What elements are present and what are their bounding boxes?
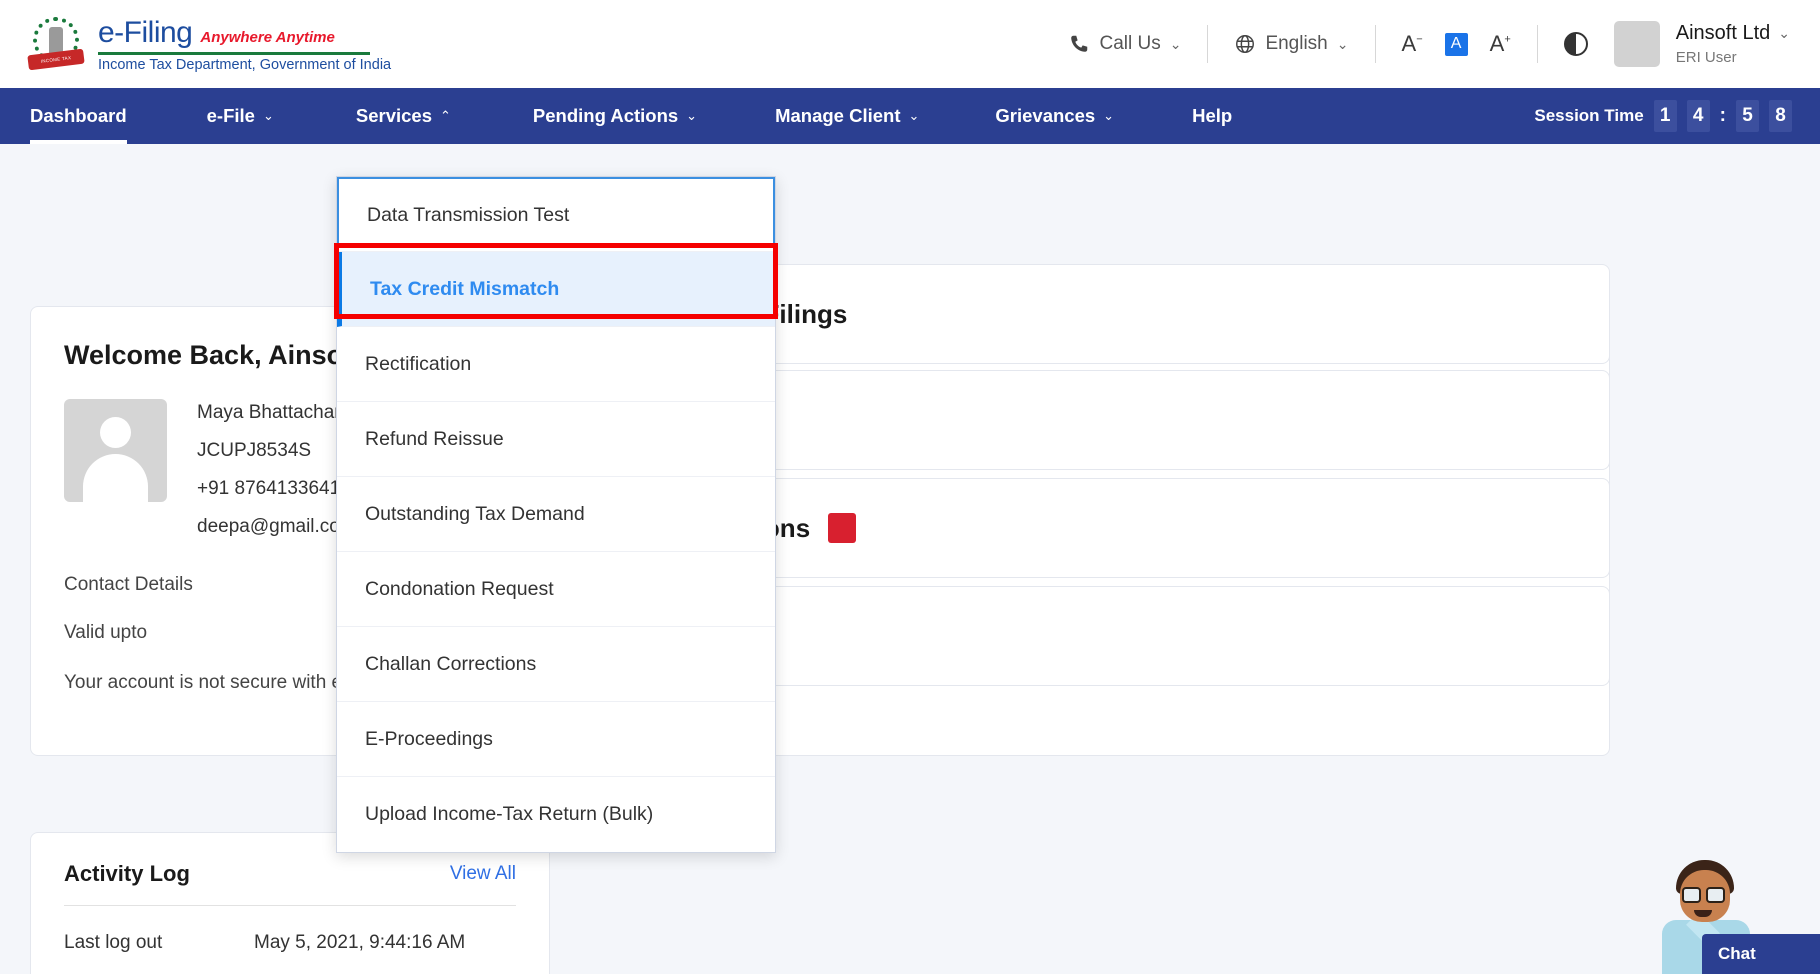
divider — [1537, 25, 1538, 63]
chat-button[interactable]: Chat — [1702, 934, 1820, 974]
site-logo[interactable]: INCOME TAX DEPARTMENT e-Filing Anywhere … — [28, 16, 391, 73]
font-normal-button[interactable]: A — [1445, 33, 1468, 56]
chevron-down-icon: ⌄ — [1337, 36, 1349, 53]
menu-item-label: Condonation Request — [365, 578, 554, 601]
nav-item-efile[interactable]: e-File ⌄ — [207, 88, 274, 144]
avatar — [1614, 21, 1660, 67]
nav-label: Services — [356, 105, 432, 127]
services-dropdown-menu: Data Transmission Test Tax Credit Mismat… — [336, 176, 776, 853]
font-size-controls: A− A A+ — [1402, 31, 1511, 57]
divider — [1207, 25, 1208, 63]
globe-icon — [1234, 33, 1256, 55]
session-digit: 4 — [1687, 100, 1710, 132]
menu-item-label: Data Transmission Test — [367, 204, 569, 227]
session-timer: Session Time 1 4 : 5 8 — [1534, 100, 1792, 132]
header-controls: Call Us ⌄ English ⌄ A− A A+ — [1068, 0, 1820, 88]
chevron-up-icon: ⌃ — [440, 108, 451, 124]
session-time-label: Session Time — [1534, 106, 1643, 126]
menu-item-label: Upload Income-Tax Return (Bulk) — [365, 803, 653, 826]
session-separator: : — [1720, 105, 1726, 127]
phone-icon — [1068, 33, 1090, 55]
chevron-down-icon: ⌄ — [1103, 108, 1114, 124]
brand-tagline: Anywhere Anytime — [200, 29, 334, 46]
nav-item-pending-actions[interactable]: Pending Actions ⌄ — [533, 88, 697, 144]
nav-item-dashboard[interactable]: Dashboard — [30, 88, 127, 144]
activity-log-card: Activity Log View All Last log out May 5… — [30, 832, 550, 974]
session-digit: 5 — [1736, 100, 1759, 132]
chat-label: Chat — [1718, 944, 1756, 964]
menu-item-label: Rectification — [365, 353, 471, 376]
user-role: ERI User — [1676, 49, 1790, 66]
chevron-down-icon: ⌄ — [909, 108, 920, 124]
nav-item-manage-client[interactable]: Manage Client ⌄ — [775, 88, 919, 144]
menu-item-label: E-Proceedings — [365, 728, 493, 751]
nav-label: Help — [1192, 105, 1232, 127]
menu-item-outstanding-tax-demand[interactable]: Outstanding Tax Demand — [337, 477, 775, 552]
nav-item-help[interactable]: Help — [1192, 88, 1232, 144]
menu-item-label: Outstanding Tax Demand — [365, 503, 585, 526]
user-profile-menu[interactable]: Ainsoft Ltd ⌄ ERI User — [1614, 21, 1790, 67]
brand-text: e-Filing Anywhere Anytime Income Tax Dep… — [98, 16, 391, 73]
font-decrease-button[interactable]: A− — [1402, 31, 1423, 57]
chevron-down-icon: ⌄ — [1170, 36, 1182, 53]
session-digit: 1 — [1654, 100, 1677, 132]
chevron-down-icon: ⌄ — [686, 108, 697, 124]
view-all-link[interactable]: View All — [450, 863, 516, 885]
menu-item-challan-corrections[interactable]: Challan Corrections — [337, 627, 775, 702]
main-navigation: Dashboard e-File ⌄ Services ⌃ Pending Ac… — [0, 88, 1820, 144]
brand-subtitle: Income Tax Department, Government of Ind… — [98, 57, 391, 73]
menu-item-label: Tax Credit Mismatch — [370, 278, 559, 301]
nav-label: Manage Client — [775, 105, 900, 127]
divider — [64, 905, 516, 906]
india-emblem-icon: INCOME TAX DEPARTMENT — [28, 16, 84, 72]
menu-item-tax-credit-mismatch[interactable]: Tax Credit Mismatch — [337, 252, 775, 327]
divider — [1375, 25, 1376, 63]
profile-photo — [64, 399, 167, 502]
chatbot-widget[interactable]: Chat — [1620, 850, 1820, 974]
nav-label: e-File — [207, 105, 255, 127]
top-header: INCOME TAX DEPARTMENT e-Filing Anywhere … — [0, 0, 1820, 88]
menu-item-e-proceedings[interactable]: E-Proceedings — [337, 702, 775, 777]
menu-item-upload-income-tax-return-bulk[interactable]: Upload Income-Tax Return (Bulk) — [337, 777, 775, 852]
status-badge — [828, 513, 856, 543]
activity-log-title: Activity Log — [64, 861, 190, 887]
menu-item-data-transmission-test[interactable]: Data Transmission Test — [337, 177, 775, 252]
nav-label: Pending Actions — [533, 105, 678, 127]
menu-item-refund-reissue[interactable]: Refund Reissue — [337, 402, 775, 477]
language-label: English — [1265, 33, 1327, 55]
brand-title: e-Filing — [98, 16, 192, 50]
efiling-dashboard-page: INCOME TAX DEPARTMENT e-Filing Anywhere … — [0, 0, 1820, 974]
call-us-button[interactable]: Call Us ⌄ — [1068, 33, 1181, 55]
nav-label: Grievances — [995, 105, 1095, 127]
nav-item-services[interactable]: Services ⌃ — [356, 88, 451, 144]
main-content: Welcome Back, Ainsoft Ltd Maya Bhattacha… — [0, 144, 1820, 974]
chevron-down-icon: ⌄ — [1778, 25, 1790, 42]
menu-item-label: Challan Corrections — [365, 653, 536, 676]
brand-divider — [98, 52, 370, 55]
user-name: Ainsoft Ltd — [1676, 22, 1771, 45]
activity-label: Last log out — [64, 932, 254, 954]
language-selector[interactable]: English ⌄ — [1234, 33, 1348, 55]
menu-item-condonation-request[interactable]: Condonation Request — [337, 552, 775, 627]
menu-item-label: Refund Reissue — [365, 428, 504, 451]
call-us-label: Call Us — [1099, 33, 1160, 55]
nav-label: Dashboard — [30, 105, 127, 127]
session-digit: 8 — [1769, 100, 1792, 132]
chevron-down-icon: ⌄ — [263, 108, 274, 124]
font-increase-button[interactable]: A+ — [1490, 31, 1511, 57]
menu-item-rectification[interactable]: Rectification — [337, 327, 775, 402]
nav-item-grievances[interactable]: Grievances ⌄ — [995, 88, 1114, 144]
activity-log-row: Last log out May 5, 2021, 9:44:16 AM — [64, 932, 516, 954]
activity-value: May 5, 2021, 9:44:16 AM — [254, 932, 465, 954]
contrast-toggle-icon[interactable] — [1564, 32, 1588, 56]
